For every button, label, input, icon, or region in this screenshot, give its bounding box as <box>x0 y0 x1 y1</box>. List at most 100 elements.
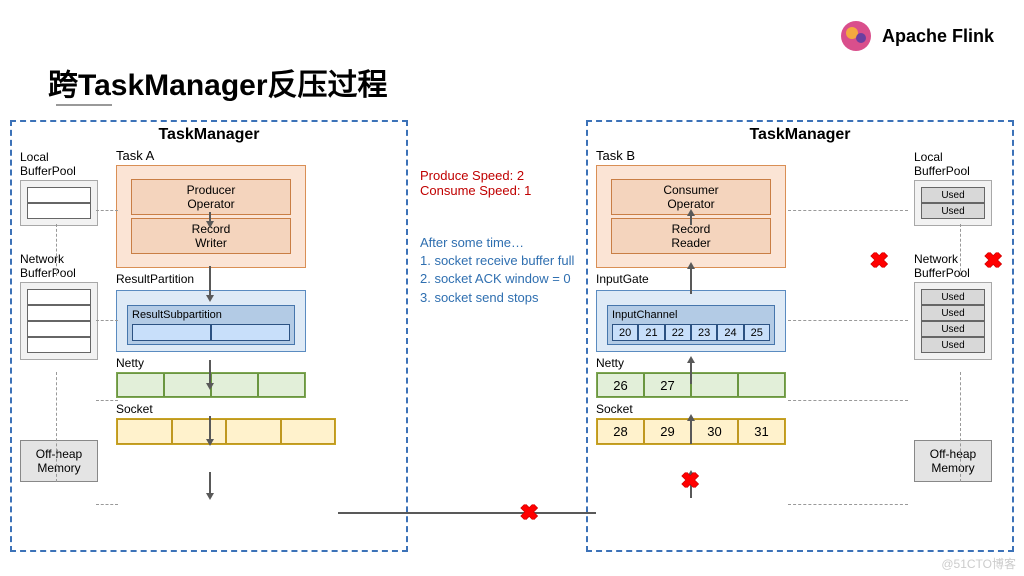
arrow-down-icon <box>206 383 214 390</box>
arrow-line <box>690 268 692 294</box>
after-line-3: 3. socket send stops <box>420 289 600 307</box>
local-bp-label: Local BufferPool <box>20 150 110 178</box>
network-bp-label: Network BufferPool <box>20 252 110 280</box>
input-channel-label: InputChannel <box>612 309 677 321</box>
block-x-icon: ✖ <box>520 500 538 526</box>
socket-label-b: Socket <box>596 402 796 416</box>
network-bufferpool-a <box>20 282 98 360</box>
arrow-up-icon <box>687 356 695 363</box>
brand-header: Apache Flink <box>838 18 994 54</box>
dashed-connector <box>788 504 908 505</box>
after-line-2: 2. socket ACK window = 0 <box>420 270 600 288</box>
block-x-icon: ✖ <box>681 468 699 494</box>
producer-operator: Producer Operator <box>131 179 291 215</box>
netty-cell: 26 <box>597 373 644 397</box>
dashed-connector <box>960 224 961 276</box>
after-annotation: After some time… 1. socket receive buffe… <box>420 234 600 307</box>
pool-cell <box>27 305 91 321</box>
result-partition-label: ResultPartition <box>116 272 314 286</box>
netty-label-b: Netty <box>596 356 796 370</box>
block-x-icon: ✖ <box>984 248 1002 274</box>
pool-cell-used: Used <box>921 289 985 305</box>
dashed-connector <box>96 210 118 211</box>
netty-cell <box>211 373 258 397</box>
dashed-connector <box>96 504 118 505</box>
left-pools-column: Local BufferPool Network BufferPool Off-… <box>20 148 110 482</box>
arrow-down-icon <box>206 221 214 228</box>
netty-label-a: Netty <box>116 356 314 370</box>
ic-cell: 22 <box>665 324 691 341</box>
ic-cell: 25 <box>744 324 770 341</box>
socket-cell <box>226 419 281 444</box>
pool-cell <box>27 321 91 337</box>
dashed-connector <box>960 372 961 482</box>
pool-cell-used: Used <box>921 203 985 219</box>
produce-speed: Produce Speed: 2 <box>420 168 600 183</box>
offheap-memory-b: Off-heap Memory <box>914 440 992 482</box>
brand-name: Apache Flink <box>882 26 994 47</box>
dashed-connector <box>788 210 908 211</box>
ic-cell: 24 <box>717 324 743 341</box>
block-x-icon: ✖ <box>870 248 888 274</box>
local-bp-label-b: Local BufferPool <box>914 150 1004 178</box>
tm-right-title: TaskManager <box>592 126 1008 144</box>
arrow-down-icon <box>206 493 214 500</box>
offheap-memory-a: Off-heap Memory <box>20 440 98 482</box>
rsp-label: ResultSubpartition <box>132 309 222 321</box>
pool-cell-used: Used <box>921 337 985 353</box>
tm-left-title: TaskManager <box>16 126 402 144</box>
netty-cell <box>258 373 305 397</box>
socket-cell <box>172 419 227 444</box>
pool-cell <box>27 337 91 353</box>
task-a-column: Task A Producer Operator Record Writer R… <box>116 148 314 445</box>
socket-cell: 29 <box>644 419 691 444</box>
netty-cell <box>691 373 738 397</box>
pool-cell <box>27 203 91 219</box>
dashed-connector <box>96 400 118 401</box>
arrow-line <box>209 472 211 494</box>
flink-logo-icon <box>838 18 874 54</box>
consume-speed: Consume Speed: 1 <box>420 183 600 198</box>
task-a-box: Producer Operator Record Writer <box>116 165 306 268</box>
netty-cell <box>164 373 211 397</box>
arrow-up-icon <box>687 209 695 216</box>
dashed-connector <box>96 320 118 321</box>
socket-cell <box>281 419 336 444</box>
dashed-connector <box>56 224 57 276</box>
arrow-line <box>690 215 692 225</box>
taskmanager-right: TaskManager Task B Consumer Operator Rec… <box>586 120 1014 552</box>
pool-cell-used: Used <box>921 321 985 337</box>
right-pools-column: Local BufferPool Used Used Network Buffe… <box>914 148 1004 482</box>
pool-cell <box>27 289 91 305</box>
arrow-line <box>690 362 692 384</box>
dashed-connector <box>788 320 908 321</box>
socket-cell: 28 <box>597 419 644 444</box>
arrow-down-icon <box>206 295 214 302</box>
ic-cell: 21 <box>638 324 664 341</box>
rsp-cell <box>132 324 211 341</box>
task-a-label: Task A <box>116 148 314 163</box>
arrow-line <box>209 266 211 296</box>
pool-cell-used: Used <box>921 305 985 321</box>
input-gate: InputChannel 20 21 22 23 24 25 <box>596 290 786 352</box>
ic-cell: 20 <box>612 324 638 341</box>
input-channel: InputChannel 20 21 22 23 24 25 <box>607 305 775 345</box>
arrow-up-icon <box>687 414 695 421</box>
network-bufferpool-b: Used Used Used Used <box>914 282 992 360</box>
result-subpartition: ResultSubpartition <box>127 305 295 345</box>
speed-annotation: Produce Speed: 2 Consume Speed: 1 <box>420 168 600 198</box>
watermark: @51CTO博客 <box>941 555 1016 572</box>
netty-cell <box>117 373 164 397</box>
socket-label-a: Socket <box>116 402 314 416</box>
arrow-down-icon <box>206 439 214 446</box>
socket-cell <box>117 419 172 444</box>
socket-cell: 30 <box>691 419 738 444</box>
dashed-connector <box>56 372 57 482</box>
ic-cell: 23 <box>691 324 717 341</box>
local-bufferpool-a <box>20 180 98 226</box>
input-channel-cells: 20 21 22 23 24 25 <box>612 324 770 341</box>
input-gate-label: InputGate <box>596 272 796 286</box>
arrow-line <box>209 360 211 384</box>
after-line-1: 1. socket receive buffer full <box>420 252 600 270</box>
pool-cell <box>27 187 91 203</box>
